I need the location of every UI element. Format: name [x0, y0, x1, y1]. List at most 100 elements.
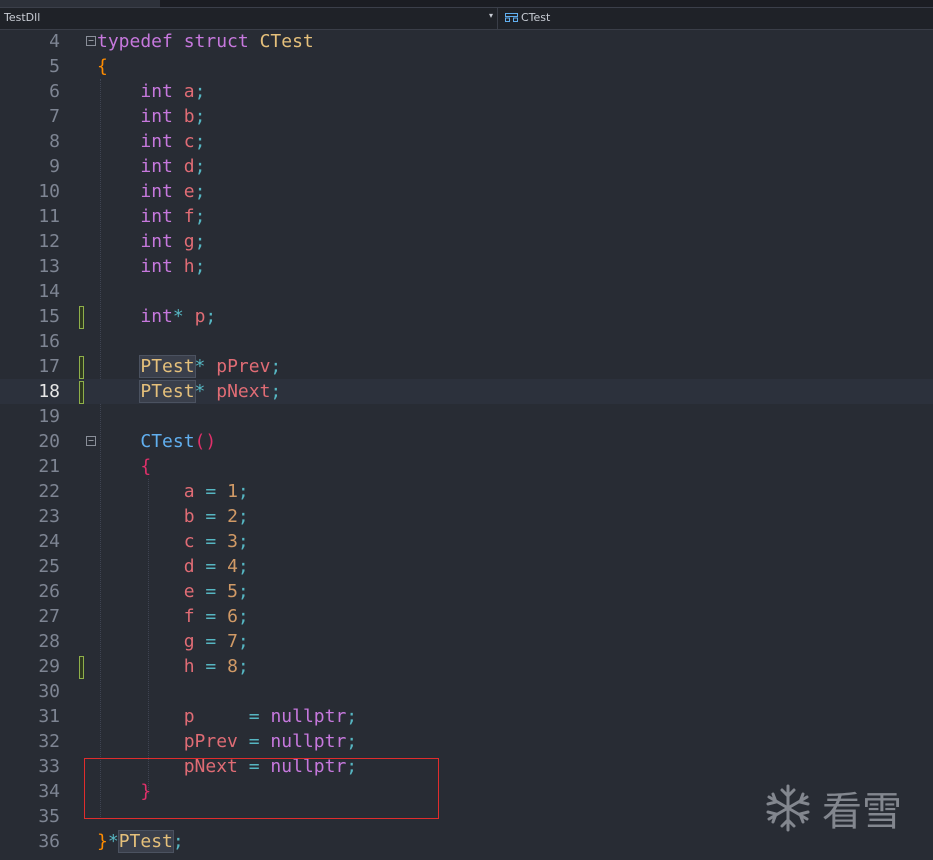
- line-number: 19: [38, 406, 60, 427]
- code-text: p = nullptr;: [183, 706, 358, 727]
- line-number: 6: [49, 81, 60, 102]
- code-line[interactable]: 27 f = 6;: [0, 604, 933, 629]
- watermark: 看雪: [762, 780, 902, 836]
- project-dropdown[interactable]: TestDll ▾: [0, 8, 498, 29]
- code-line[interactable]: 23 b = 2;: [0, 504, 933, 529]
- code-line[interactable]: 11 int f;: [0, 204, 933, 229]
- line-number: 36: [38, 831, 60, 852]
- navigation-bar: TestDll ▾ CTest: [0, 8, 933, 30]
- code-line[interactable]: 10 int e;: [0, 179, 933, 204]
- code-line[interactable]: 32 pPrev = nullptr;: [0, 729, 933, 754]
- line-number: 32: [38, 731, 60, 752]
- line-number: 27: [38, 606, 60, 627]
- project-name: TestDll: [4, 11, 41, 24]
- code-line[interactable]: 15 int* p;: [0, 304, 933, 329]
- code-line[interactable]: 17 PTest* pPrev;: [0, 354, 933, 379]
- code-text: f = 6;: [183, 606, 249, 627]
- line-number: 22: [38, 481, 60, 502]
- code-line[interactable]: 21 {: [0, 454, 933, 479]
- code-text: e = 5;: [183, 581, 249, 602]
- code-text: int d;: [140, 156, 206, 177]
- code-text: int a;: [140, 81, 206, 102]
- code-line[interactable]: 16: [0, 329, 933, 354]
- line-number: 4: [49, 31, 60, 52]
- code-line[interactable]: 19: [0, 404, 933, 429]
- code-line[interactable]: 5 {: [0, 54, 933, 79]
- change-marker: [79, 656, 84, 679]
- collapse-icon[interactable]: −: [86, 36, 96, 46]
- code-text: h = 8;: [183, 656, 249, 677]
- watermark-text: 看雪: [822, 789, 902, 835]
- code-text: {: [97, 56, 108, 77]
- line-number: 13: [38, 256, 60, 277]
- line-number: 15: [38, 306, 60, 327]
- change-marker: [79, 356, 84, 379]
- code-text: b = 2;: [183, 506, 249, 527]
- code-text: g = 7;: [183, 631, 249, 652]
- code-text: PTest* pNext;: [139, 380, 282, 403]
- code-line[interactable]: 31 p = nullptr;: [0, 704, 933, 729]
- code-text: int e;: [140, 181, 206, 202]
- line-number: 16: [38, 331, 60, 352]
- line-number: 12: [38, 231, 60, 252]
- code-line[interactable]: 26 e = 5;: [0, 579, 933, 604]
- line-number: 23: [38, 506, 60, 527]
- code-line[interactable]: 14: [0, 279, 933, 304]
- code-line[interactable]: 29 h = 8;: [0, 654, 933, 679]
- line-number: 17: [38, 356, 60, 377]
- code-text: typedef struct CTest: [97, 31, 314, 52]
- line-number: 11: [38, 206, 60, 227]
- code-line[interactable]: 20 − CTest(): [0, 429, 933, 454]
- code-line[interactable]: 12 int g;: [0, 229, 933, 254]
- code-text: int* p;: [140, 306, 217, 327]
- code-line[interactable]: 25 d = 4;: [0, 554, 933, 579]
- code-text: int h;: [140, 256, 206, 277]
- code-line[interactable]: 30: [0, 679, 933, 704]
- document-tab[interactable]: [0, 0, 160, 7]
- code-line[interactable]: 13 int h;: [0, 254, 933, 279]
- line-number: 5: [49, 56, 60, 77]
- line-number: 18: [38, 381, 60, 402]
- code-editor[interactable]: 4 − typedef struct CTest 5 { 6 int a; 7 …: [0, 29, 933, 860]
- code-line[interactable]: 4 − typedef struct CTest: [0, 29, 933, 54]
- code-line[interactable]: 7 int b;: [0, 104, 933, 129]
- code-line[interactable]: 28 g = 7;: [0, 629, 933, 654]
- line-number: 29: [38, 656, 60, 677]
- line-number: 26: [38, 581, 60, 602]
- line-number: 34: [38, 781, 60, 802]
- line-number: 10: [38, 181, 60, 202]
- code-line-current[interactable]: 18 PTest* pNext;: [0, 379, 933, 404]
- code-line[interactable]: 6 int a;: [0, 79, 933, 104]
- snowflake-icon: [766, 784, 810, 832]
- code-text: d = 4;: [183, 556, 249, 577]
- line-number: 9: [49, 156, 60, 177]
- code-text: CTest(): [140, 431, 217, 452]
- code-text: }*PTest;: [97, 830, 184, 853]
- code-text: int c;: [140, 131, 206, 152]
- collapse-icon[interactable]: −: [86, 436, 96, 446]
- chevron-down-icon[interactable]: ▾: [489, 11, 493, 20]
- change-marker: [79, 381, 84, 404]
- code-text: a = 1;: [183, 481, 249, 502]
- code-text: int g;: [140, 231, 206, 252]
- code-text: int f;: [140, 206, 206, 227]
- scope-name: CTest: [521, 11, 551, 24]
- document-tab-strip: [0, 0, 933, 8]
- code-line[interactable]: 22 a = 1;: [0, 479, 933, 504]
- line-number: 28: [38, 631, 60, 652]
- line-number: 35: [38, 806, 60, 827]
- line-number: 25: [38, 556, 60, 577]
- change-marker: [79, 306, 84, 329]
- line-number: 30: [38, 681, 60, 702]
- line-number: 7: [49, 106, 60, 127]
- code-line[interactable]: 8 int c;: [0, 129, 933, 154]
- code-text: c = 3;: [183, 531, 249, 552]
- line-number: 8: [49, 131, 60, 152]
- code-text: int b;: [140, 106, 206, 127]
- code-text: PTest* pPrev;: [139, 355, 282, 378]
- code-line[interactable]: 9 int d;: [0, 154, 933, 179]
- code-line[interactable]: 24 c = 3;: [0, 529, 933, 554]
- line-number: 31: [38, 706, 60, 727]
- annotation-highlight-box: [84, 758, 439, 819]
- line-number: 24: [38, 531, 60, 552]
